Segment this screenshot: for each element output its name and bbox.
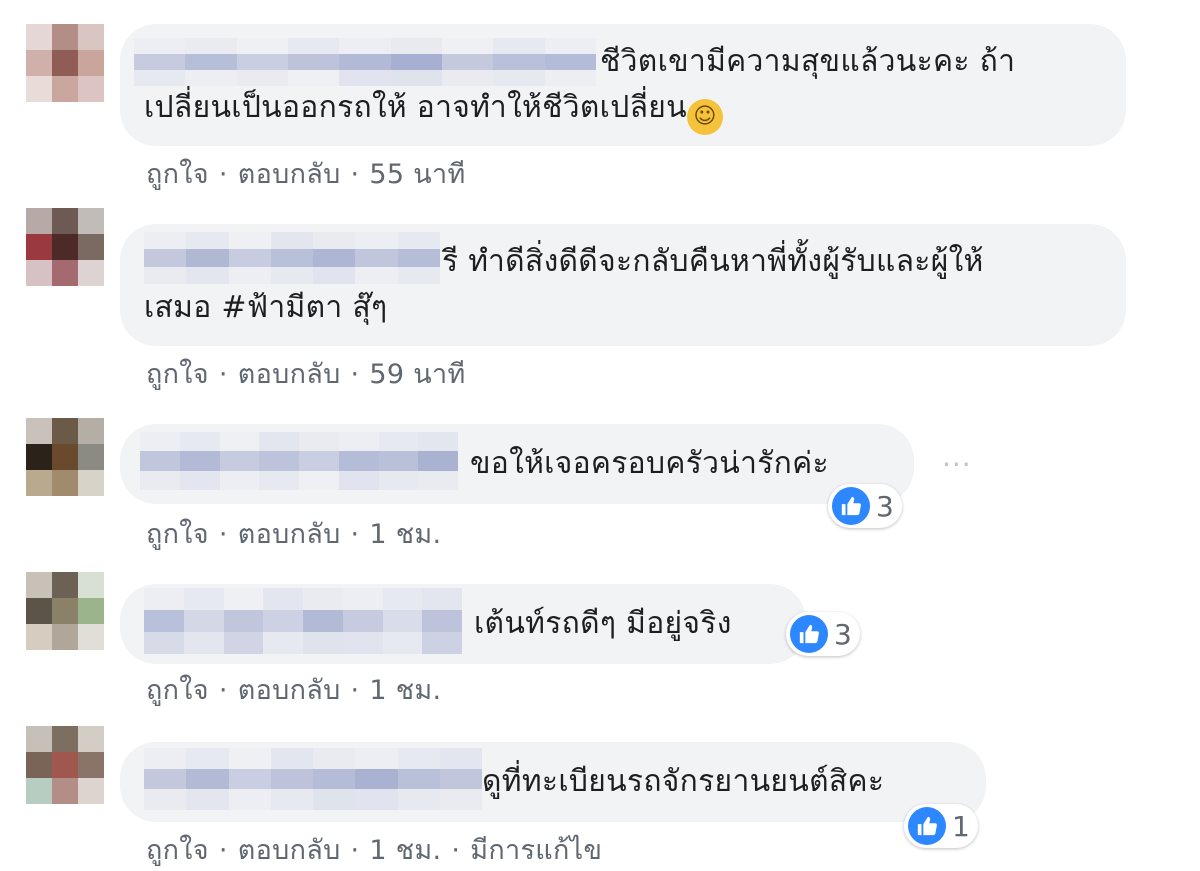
timestamp[interactable]: 55 นาที xyxy=(369,159,465,190)
like-link[interactable]: ถูกใจ xyxy=(146,159,209,190)
comment-actions: ถูกใจ · ตอบกลับ · 1 ชม. · มีการแก้ไข xyxy=(146,828,602,871)
comment-text-line: เปลี่ยนเป็นออกรถให้ อาจทำให้ชีวิตเปลี่ยน xyxy=(144,90,687,125)
comment-text: ชีวิตเขามีความสุขแล้วนะคะ ถ้า xyxy=(600,44,1016,79)
reaction-badge[interactable]: 3 xyxy=(786,612,860,656)
avatar[interactable] xyxy=(26,24,104,102)
comment-bubble: ชีวิตเขามีความสุขแล้วนะคะ ถ้า เปลี่ยนเป็… xyxy=(120,24,1126,146)
like-link[interactable]: ถูกใจ xyxy=(146,519,209,550)
like-thumb-icon xyxy=(832,487,870,525)
reply-link[interactable]: ตอบกลับ xyxy=(238,359,341,390)
like-thumb-icon xyxy=(908,807,946,845)
comment-text: เต้นท์รถดีๆ มีอยู่จริง xyxy=(474,606,732,641)
comment-bubble: รี ทำดีสิ่งดีดีจะกลับคืนหาพี่ทั้งผู้รับแ… xyxy=(120,224,1126,346)
timestamp[interactable]: 1 ชม. xyxy=(369,835,441,866)
commenter-name[interactable] xyxy=(134,38,596,86)
comment-text: ดูที่ทะเบียนรถจักรยานยนต์สิคะ xyxy=(482,764,885,799)
comment-text: เปลี่ยนเป็นออกรถให้ อาจทำให้ชีวิตเปลี่ยน… xyxy=(144,86,723,135)
commenter-name[interactable] xyxy=(140,432,458,490)
like-link[interactable]: ถูกใจ xyxy=(146,359,209,390)
separator: · xyxy=(218,159,228,190)
avatar[interactable] xyxy=(26,572,104,650)
comment-bubble: ดูที่ทะเบียนรถจักรยานยนต์สิคะ xyxy=(120,742,986,822)
avatar[interactable] xyxy=(26,418,104,496)
reply-link[interactable]: ตอบกลับ xyxy=(238,675,341,706)
comment-bubble: ขอให้เจอครอบครัวน่ารักค่ะ xyxy=(120,424,914,504)
separator: · xyxy=(350,675,360,706)
like-link[interactable]: ถูกใจ xyxy=(146,675,209,706)
reaction-badge[interactable]: 1 xyxy=(904,804,978,848)
commenter-name[interactable] xyxy=(144,232,440,284)
separator: · xyxy=(350,359,360,390)
separator: · xyxy=(218,359,228,390)
comment-text: รี ทำดีสิ่งดีดีจะกลับคืนหาพี่ทั้งผู้รับแ… xyxy=(442,244,984,279)
comment-bubble: เต้นท์รถดีๆ มีอยู่จริง xyxy=(120,584,806,664)
comment-actions: ถูกใจ · ตอบกลับ · 55 นาที xyxy=(146,152,466,195)
ellipsis-icon[interactable]: ··· xyxy=(942,448,972,481)
reply-link[interactable]: ตอบกลับ xyxy=(238,159,341,190)
timestamp[interactable]: 59 นาที xyxy=(369,359,465,390)
avatar[interactable] xyxy=(26,726,104,804)
comment-actions: ถูกใจ · ตอบกลับ · 59 นาที xyxy=(146,352,466,395)
timestamp[interactable]: 1 ชม. xyxy=(369,675,441,706)
avatar[interactable] xyxy=(26,208,104,286)
comment-text: เสมอ #ฟ้ามีตา สุ๊ๆ xyxy=(144,290,388,325)
separator: · xyxy=(350,835,360,866)
reaction-count: 3 xyxy=(876,489,894,523)
grinning-face-icon: ☺ xyxy=(686,99,723,135)
separator: · xyxy=(218,835,228,866)
reply-link[interactable]: ตอบกลับ xyxy=(238,835,341,866)
comment-text: ขอให้เจอครอบครัวน่ารักค่ะ xyxy=(470,446,829,481)
reaction-badge[interactable]: 3 xyxy=(828,484,902,528)
reply-link[interactable]: ตอบกลับ xyxy=(238,519,341,550)
timestamp[interactable]: 1 ชม. xyxy=(369,519,441,550)
like-thumb-icon xyxy=(790,615,828,653)
reaction-count: 1 xyxy=(952,809,970,843)
separator: · xyxy=(350,159,360,190)
comment-actions: ถูกใจ · ตอบกลับ · 1 ชม. xyxy=(146,512,441,555)
separator: · xyxy=(218,675,228,706)
like-link[interactable]: ถูกใจ xyxy=(146,835,209,866)
comment-actions: ถูกใจ · ตอบกลับ · 1 ชม. xyxy=(146,668,441,711)
separator: · xyxy=(451,835,461,866)
commenter-name[interactable] xyxy=(144,588,462,654)
commenter-name[interactable] xyxy=(144,748,482,810)
separator: · xyxy=(218,519,228,550)
reaction-count: 3 xyxy=(834,617,852,651)
edited-label[interactable]: มีการแก้ไข xyxy=(470,835,602,866)
separator: · xyxy=(350,519,360,550)
